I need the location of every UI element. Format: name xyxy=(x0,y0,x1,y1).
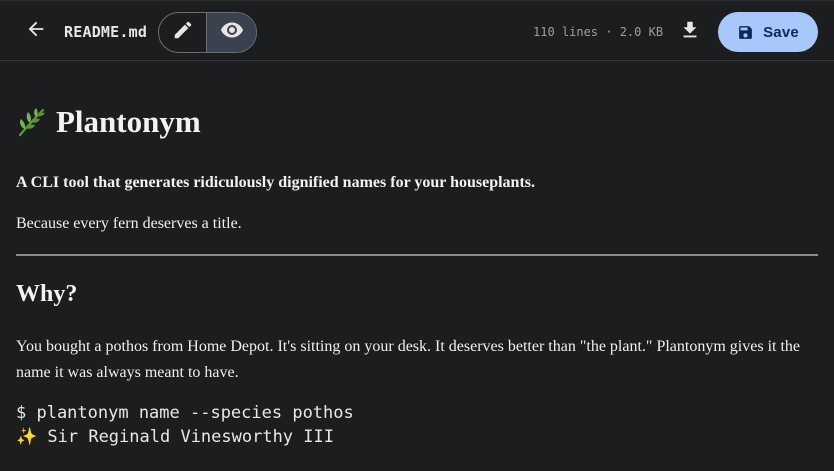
file-name: README.md xyxy=(64,23,148,41)
download-button[interactable] xyxy=(676,18,704,46)
herb-emoji-icon xyxy=(16,106,48,138)
pencil-icon xyxy=(172,19,194,46)
editor-toolbar: README.md 110 lines · 2.0 KB Save xyxy=(0,0,834,61)
document-title: Plantonym xyxy=(16,103,201,141)
download-icon xyxy=(679,19,701,46)
code-line: $ plantonym name --species pothos xyxy=(16,403,354,423)
arrow-left-icon xyxy=(25,18,47,45)
document-title-text: Plantonym xyxy=(56,104,201,139)
code-line: ✨ Sir Reginald Vinesworthy III xyxy=(16,427,334,447)
save-button-label: Save xyxy=(763,23,799,41)
section-heading: Why? xyxy=(16,281,78,307)
horizontal-rule xyxy=(16,254,818,256)
eye-icon xyxy=(220,18,244,47)
subtitle: Because every fern deserves a title. xyxy=(16,215,242,232)
file-stats: 110 lines · 2.0 KB xyxy=(533,25,664,39)
save-button[interactable]: Save xyxy=(718,12,818,52)
view-mode-toggle xyxy=(158,12,257,53)
code-block: $ plantonym name --species pothos ✨ Sir R… xyxy=(16,401,354,449)
preview-mode-button[interactable] xyxy=(207,13,256,52)
tagline: A CLI tool that generates ridiculously d… xyxy=(16,174,536,191)
markdown-preview: Plantonym A CLI tool that generates ridi… xyxy=(16,61,818,471)
floppy-disk-icon xyxy=(737,24,754,41)
back-button[interactable] xyxy=(20,15,52,47)
edit-mode-button[interactable] xyxy=(159,13,208,52)
why-paragraph: You bought a pothos from Home Depot. It'… xyxy=(16,338,800,381)
